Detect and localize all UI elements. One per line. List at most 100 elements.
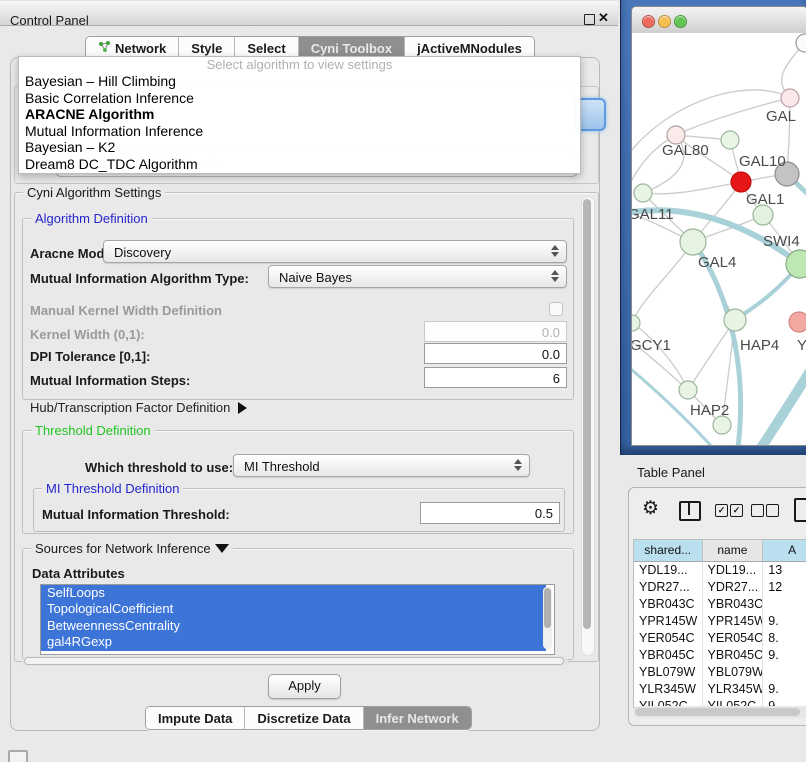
- float-window-icon[interactable]: [584, 14, 595, 25]
- dpi-tolerance-field[interactable]: 0.0: [424, 343, 567, 364]
- algorithm-option-aracne-algorithm[interactable]: ARACNE Algorithm: [19, 106, 580, 123]
- apply-button[interactable]: Apply: [268, 674, 341, 699]
- network-window-titlebar[interactable]: [632, 7, 806, 34]
- network-edge[interactable]: [632, 242, 693, 323]
- node-gal11[interactable]: [634, 184, 652, 202]
- palette-corner-icon[interactable]: [8, 750, 28, 762]
- table-cell[interactable]: YER054C: [634, 630, 703, 647]
- attribute-item-selfloops[interactable]: SelfLoops: [41, 585, 546, 601]
- algorithm-option-bayesian-k2[interactable]: Bayesian – K2: [19, 139, 580, 156]
- minimize-traffic-light[interactable]: [658, 15, 671, 28]
- close-icon[interactable]: ✕: [598, 10, 609, 26]
- checked-checkbox-icon[interactable]: ✓: [730, 504, 743, 517]
- table-cell[interactable]: YBR045C: [634, 647, 703, 664]
- node-hap2[interactable]: [679, 381, 697, 399]
- table-cell[interactable]: YBL079W: [703, 664, 764, 681]
- algorithm-option-mutual-information-inference[interactable]: Mutual Information Inference: [19, 123, 580, 140]
- network-canvas[interactable]: GALGAL80GAL10GAL1GAL11SWI4GAL4GCY1HAP4YH…: [632, 33, 806, 445]
- node-gal4[interactable]: [680, 229, 706, 255]
- table-cell[interactable]: YPR145W: [703, 613, 764, 630]
- control-panel-titlebar[interactable]: Control Panel ✕: [0, 0, 618, 26]
- node-gal1[interactable]: [753, 205, 773, 225]
- table-row[interactable]: YBL079WYBL079W: [634, 664, 806, 681]
- table-cell[interactable]: 13: [763, 562, 806, 579]
- table-row[interactable]: YBR043CYBR043C: [634, 596, 806, 613]
- node-salmon[interactable]: [789, 312, 806, 332]
- close-traffic-light[interactable]: [642, 15, 655, 28]
- table-cell[interactable]: 9.: [763, 681, 806, 698]
- settings-vscrollbar[interactable]: [581, 196, 595, 656]
- table-cell[interactable]: YBR043C: [703, 596, 764, 613]
- table-cell[interactable]: YDL19...: [703, 562, 764, 579]
- manual-kernel-width-checkbox[interactable]: [549, 302, 563, 316]
- column-header-shared[interactable]: shared...: [634, 540, 703, 562]
- settings-hscrollbar[interactable]: [22, 656, 568, 666]
- table-row[interactable]: YDR27...YDR27...12: [634, 579, 806, 596]
- table-cell[interactable]: 9.: [763, 647, 806, 664]
- which-threshold-combo[interactable]: MI Threshold: [233, 454, 530, 477]
- hub-definition-expander[interactable]: Hub/Transcription Factor Definition: [30, 400, 247, 415]
- kernel-width-field[interactable]: 0.0: [424, 321, 567, 342]
- table-cell[interactable]: YPR145W: [634, 613, 703, 630]
- table-cell[interactable]: YBL079W: [634, 664, 703, 681]
- table-row[interactable]: YER054CYER054C8.: [634, 630, 806, 647]
- table-cell[interactable]: YDR27...: [634, 579, 703, 596]
- sources-legend[interactable]: Sources for Network Inference: [31, 541, 233, 556]
- document-icon[interactable]: [794, 498, 806, 522]
- table-row[interactable]: YPR145WYPR145W9.: [634, 613, 806, 630]
- table-row[interactable]: YLR345WYLR345W9.: [634, 681, 806, 698]
- list-scrollbar[interactable]: [543, 587, 552, 649]
- table-cell[interactable]: YDR27...: [703, 579, 764, 596]
- mi-algorithm-type-combo[interactable]: Naive Bayes: [268, 265, 567, 288]
- algorithm-option-bayesian-hill-climbing[interactable]: Bayesian – Hill Climbing: [19, 73, 580, 90]
- table-cell[interactable]: [763, 596, 806, 613]
- table-cell[interactable]: YLR345W: [634, 681, 703, 698]
- mi-threshold-legend: MI Threshold Definition: [42, 481, 183, 496]
- unchecked-checkbox-icon[interactable]: [751, 504, 764, 517]
- algorithm-option-basic-correlation-inference[interactable]: Basic Correlation Inference: [19, 90, 580, 107]
- stepper-arrows-icon: [514, 459, 522, 471]
- table-cell[interactable]: YBR045C: [703, 647, 764, 664]
- mi-steps-label: Mutual Information Steps:: [30, 373, 190, 388]
- tab-discretize-data[interactable]: Discretize Data: [244, 707, 362, 729]
- data-attributes-list[interactable]: SelfLoopsTopologicalCoefficientBetweenne…: [40, 584, 555, 655]
- tab-impute-data[interactable]: Impute Data: [146, 707, 244, 729]
- checked-checkbox-icon[interactable]: ✓: [715, 504, 728, 517]
- table-cell[interactable]: YDL19...: [634, 562, 703, 579]
- network-edge[interactable]: [632, 323, 688, 390]
- network-edge[interactable]: [643, 182, 741, 194]
- table-cell[interactable]: 12: [763, 579, 806, 596]
- table-cell[interactable]: 9.: [763, 613, 806, 630]
- table-row[interactable]: YBR045CYBR045C9.: [634, 647, 806, 664]
- attribute-item-betweennesscentrality[interactable]: BetweennessCentrality: [41, 618, 546, 634]
- tab-infer-network[interactable]: Infer Network: [363, 707, 471, 729]
- table-cell[interactable]: [763, 664, 806, 681]
- aracne-mode-combo[interactable]: Discovery: [103, 240, 567, 263]
- table-hscrollbar[interactable]: [633, 706, 806, 718]
- table-cell[interactable]: YLR345W: [703, 681, 764, 698]
- column-header-name[interactable]: name: [703, 540, 764, 562]
- attribute-item-gal4rgexp[interactable]: gal4RGexp: [41, 634, 546, 650]
- attribute-item-topologicalcoefficient[interactable]: TopologicalCoefficient: [41, 601, 546, 617]
- node-gal-top[interactable]: [781, 89, 799, 107]
- node-gal10[interactable]: [721, 131, 739, 149]
- network-edge-highlighted[interactable]: [760, 365, 806, 445]
- table-cell[interactable]: 8.: [763, 630, 806, 647]
- unchecked-checkbox-icon[interactable]: [766, 504, 779, 517]
- node-label-gcy1: GCY1: [632, 337, 671, 354]
- node-table: shared...nameAYDL19...YDL19...13YDR27...…: [633, 539, 806, 708]
- mi-steps-field[interactable]: 6: [424, 367, 567, 388]
- algorithm-option-dream8-dc-tdc-algorithm[interactable]: Dream8 DC_TDC Algorithm: [19, 156, 580, 173]
- zoom-traffic-light[interactable]: [674, 15, 687, 28]
- gear-icon[interactable]: ⚙: [642, 499, 659, 518]
- network-window[interactable]: GALGAL80GAL10GAL1GAL11SWI4GAL4GCY1HAP4YH…: [631, 6, 806, 446]
- column-header-a[interactable]: A: [763, 540, 806, 562]
- table-cell[interactable]: YER054C: [703, 630, 764, 647]
- table-row[interactable]: YDL19...YDL19...13: [634, 562, 806, 579]
- node-gal1-red[interactable]: [731, 172, 751, 192]
- columns-icon[interactable]: [679, 501, 701, 521]
- node-top-partial[interactable]: [796, 34, 806, 52]
- mi-threshold-field[interactable]: 0.5: [420, 502, 560, 524]
- table-cell[interactable]: YBR043C: [634, 596, 703, 613]
- node-hap4[interactable]: [724, 309, 746, 331]
